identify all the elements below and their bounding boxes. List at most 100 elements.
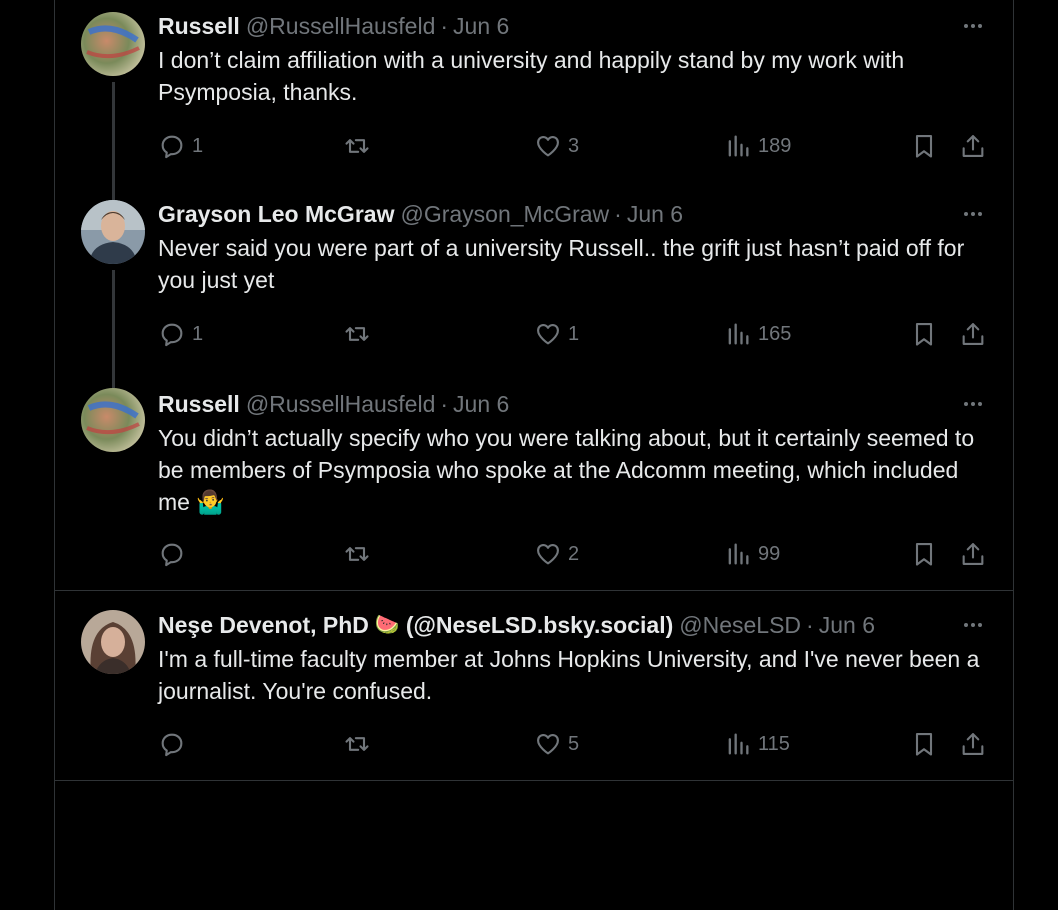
like-count: 1 xyxy=(568,322,580,345)
author-name[interactable]: Neşe Devenot, PhD xyxy=(158,611,369,639)
share-button[interactable] xyxy=(959,130,987,162)
reply-icon xyxy=(161,733,183,757)
tweet[interactable]: Grayson Leo McGraw @Grayson_McGraw · Jun… xyxy=(55,190,1013,382)
views-count: 99 xyxy=(758,542,781,565)
thread-line xyxy=(112,380,115,388)
views-button[interactable]: 115 xyxy=(724,728,790,760)
tweet-text-body: You didn’t actually specify who you were… xyxy=(158,425,975,515)
bookmark-icon xyxy=(915,733,933,756)
tweet[interactable]: Neşe Devenot, PhD 🍉 (@NeseLSD.bsky.socia… xyxy=(55,591,1013,780)
tweet-actions: 2 99 xyxy=(158,538,988,570)
views-count: 115 xyxy=(758,732,790,755)
tweet-date[interactable]: Jun 6 xyxy=(453,390,509,418)
avatar[interactable] xyxy=(81,200,145,264)
separator-dot: · xyxy=(806,612,814,638)
like-button[interactable]: 5 xyxy=(534,728,579,760)
share-icon xyxy=(962,543,984,565)
bookmark-button[interactable] xyxy=(910,130,938,162)
share-icon xyxy=(962,733,984,755)
bookmark-button[interactable] xyxy=(910,538,938,570)
share-button[interactable] xyxy=(959,538,987,570)
like-count: 2 xyxy=(568,542,580,565)
like-count: 5 xyxy=(568,732,580,755)
tweet-actions: 1 3 189 xyxy=(158,130,988,162)
views-icon xyxy=(728,135,749,157)
heart-icon xyxy=(537,323,559,345)
tweet-actions: 1 1 165 xyxy=(158,318,988,350)
tweet-date[interactable]: Jun 6 xyxy=(627,200,683,228)
views-button[interactable]: 165 xyxy=(724,318,791,350)
separator-dot: · xyxy=(440,391,449,417)
reply-button[interactable] xyxy=(158,538,192,570)
reply-icon xyxy=(161,323,183,347)
bookmark-icon xyxy=(915,135,933,158)
avatar[interactable] xyxy=(81,12,145,76)
author-name[interactable]: Russell xyxy=(158,12,240,40)
reply-icon xyxy=(161,543,183,567)
reply-icon xyxy=(161,135,183,159)
retweet-icon xyxy=(345,327,369,341)
views-icon xyxy=(728,733,749,755)
retweet-button[interactable] xyxy=(343,130,377,162)
tweet-date[interactable]: Jun 6 xyxy=(819,611,875,639)
author-handle[interactable]: @RussellHausfeld xyxy=(246,390,436,418)
views-button[interactable]: 189 xyxy=(724,130,791,162)
bookmark-icon xyxy=(915,543,933,566)
avatar[interactable] xyxy=(81,610,145,674)
views-icon xyxy=(728,323,749,345)
author-handle[interactable]: @NeseLSD xyxy=(679,611,801,639)
share-button[interactable] xyxy=(959,318,987,350)
share-button[interactable] xyxy=(959,728,987,760)
separator-dot: · xyxy=(440,13,449,39)
retweet-icon xyxy=(345,737,369,751)
author-name[interactable]: Russell xyxy=(158,390,240,418)
retweet-icon xyxy=(345,547,369,561)
more-icon[interactable] xyxy=(959,12,987,40)
more-icon[interactable] xyxy=(959,611,987,639)
heart-icon xyxy=(537,543,559,565)
shrug-emoji: 🤷‍♂️ xyxy=(196,489,225,515)
tweet-text: I'm a full-time faculty member at Johns … xyxy=(158,646,980,704)
author-name-suffix[interactable]: (@NeseLSD.bsky.social) xyxy=(406,611,673,639)
author-name[interactable]: Grayson Leo McGraw xyxy=(158,200,394,228)
tweet-date[interactable]: Jun 6 xyxy=(453,12,509,40)
divider xyxy=(55,780,1013,781)
bookmark-icon xyxy=(915,323,933,346)
reply-count: 1 xyxy=(192,322,204,345)
like-button[interactable]: 2 xyxy=(534,538,579,570)
tweet-text: Never said you were part of a university… xyxy=(158,235,965,293)
views-count: 165 xyxy=(758,322,792,345)
retweet-button[interactable] xyxy=(343,538,377,570)
more-icon[interactable] xyxy=(959,200,987,228)
share-icon xyxy=(962,135,984,157)
heart-icon xyxy=(537,135,559,157)
retweet-button[interactable] xyxy=(343,728,377,760)
views-count: 189 xyxy=(758,134,792,157)
watermelon-emoji: 🍉 xyxy=(374,614,400,636)
bookmark-button[interactable] xyxy=(910,318,938,350)
views-icon xyxy=(728,543,749,565)
tweet-text: I don’t claim affiliation with a univers… xyxy=(158,47,905,105)
share-icon xyxy=(962,323,984,345)
retweet-icon xyxy=(345,139,369,153)
avatar[interactable] xyxy=(81,388,145,452)
timeline: Russell @RussellHausfeld · Jun 6 I don’t… xyxy=(54,0,1014,910)
author-handle[interactable]: @RussellHausfeld xyxy=(246,12,436,40)
thread-line xyxy=(112,190,115,200)
tweet[interactable]: Russell @RussellHausfeld · Jun 6 I don’t… xyxy=(55,0,1013,192)
bookmark-button[interactable] xyxy=(910,728,938,760)
thread-line xyxy=(112,82,115,192)
retweet-button[interactable] xyxy=(343,318,377,350)
reply-button[interactable]: 1 xyxy=(158,130,203,162)
tweet[interactable]: Russell @RussellHausfeld · Jun 6 You did… xyxy=(55,380,1013,590)
author-handle[interactable]: @Grayson_McGraw xyxy=(400,200,609,228)
reply-button[interactable] xyxy=(158,728,192,760)
reply-button[interactable]: 1 xyxy=(158,318,203,350)
heart-icon xyxy=(537,733,559,755)
views-button[interactable]: 99 xyxy=(724,538,780,570)
like-count: 3 xyxy=(568,134,580,157)
like-button[interactable]: 3 xyxy=(534,130,579,162)
like-button[interactable]: 1 xyxy=(534,318,579,350)
more-icon[interactable] xyxy=(959,390,987,418)
tweet-text: You didn’t actually specify who you were… xyxy=(158,422,991,518)
